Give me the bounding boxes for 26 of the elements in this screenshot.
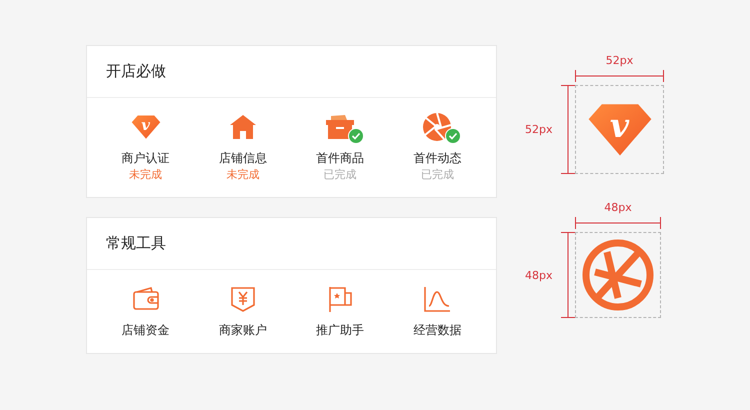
card-title: 常规工具 [87,218,496,270]
line-chart-icon [423,286,452,312]
item-label[interactable]: 首件商品 [316,150,364,167]
item-label[interactable]: 经营数据 [413,322,462,339]
compass-icon [581,238,655,312]
height-dimension: 52px [525,123,554,136]
wallet-icon [132,287,160,311]
diamond-icon: v [130,114,161,140]
card-title: 开店必做 [87,46,496,98]
status-text: 已完成 [420,167,454,183]
width-dimension: 48px [604,201,632,214]
status-text: 已完成 [324,167,357,183]
item-label[interactable]: 店铺资金 [122,322,170,339]
status-text: 未完成 [129,167,162,183]
width-dimension: 52px [606,54,634,67]
house-icon [228,113,257,141]
item-label[interactable]: 推广助手 [316,322,364,339]
height-dimension: 48px [525,268,554,282]
yen-shield-icon [230,286,256,312]
flag-icon [327,285,354,313]
box-icon [325,114,356,140]
item-label[interactable]: 首件动态 [413,150,462,167]
item-label[interactable]: 商家账户 [218,322,267,339]
item-label[interactable]: 店铺信息 [218,150,267,167]
status-text: 未完成 [226,167,260,183]
item-label[interactable]: 商户认证 [122,150,170,167]
